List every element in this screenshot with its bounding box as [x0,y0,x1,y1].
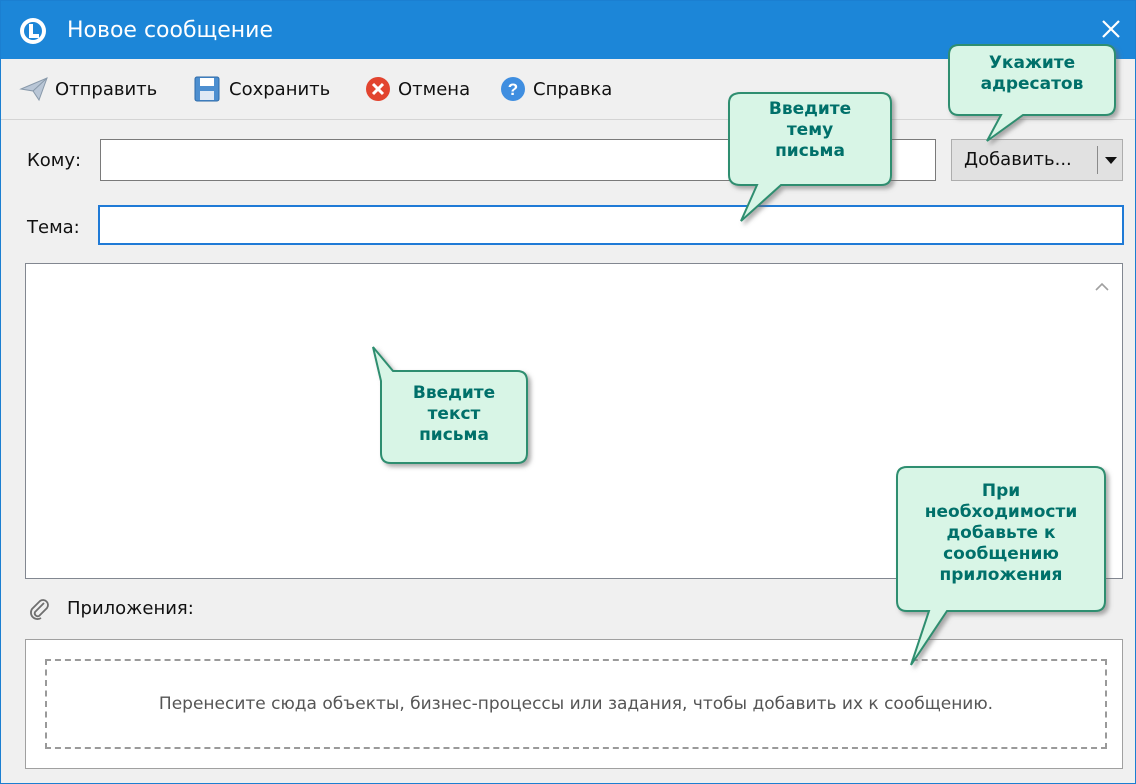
svg-text:?: ? [508,80,518,99]
callout-recipients-line-1: Укажите [988,53,1076,73]
cancel-button[interactable]: Отмена [364,59,470,119]
callout-subject-text: Введите тему письма [729,99,891,162]
help-icon: ? [501,77,525,101]
save-icon [194,76,220,102]
callout-body-line-2: текст [427,404,481,424]
chevron-down-icon[interactable] [1102,150,1120,170]
send-button[interactable]: Отправить [19,59,157,119]
send-label: Отправить [55,78,158,100]
callout-attachments-line-3: добавьте к [946,523,1056,543]
subject-input[interactable] [100,207,1122,243]
cancel-icon [366,77,390,101]
add-recipient-button[interactable]: Добавить... [951,139,1123,181]
callout-attachments-text: При необходимости добавьте к сообщению п… [897,481,1105,586]
callout-recipients-text: Укажите адресатов [949,53,1115,95]
title-bar: Новое сообщение [1,1,1135,59]
split-divider [1097,146,1098,174]
callout-recipients-line-2: адресатов [980,74,1084,94]
toolbar-divider [1,119,1135,120]
callout-body-text: Введите текст письма [381,383,527,446]
new-message-window: Новое сообщение Отправить Сохранить Отме… [0,0,1136,784]
subject-field[interactable] [98,205,1124,245]
scroll-up-icon[interactable] [1091,277,1113,297]
paperclip-icon [30,599,49,620]
callout-subject-line-1: Введите [768,99,852,119]
callout-body-line-3: письма [419,425,489,445]
window-title: Новое сообщение [67,18,274,43]
callout-attachments-line-1: При [981,481,1021,501]
callout-attachments-line-4: сообщению [943,544,1059,564]
attachments-label: Приложения: [67,598,194,619]
send-icon [19,77,48,102]
close-icon[interactable] [1091,11,1131,49]
subject-label: Тема: [27,217,80,238]
help-label: Справка [533,78,613,100]
help-button[interactable]: ? Справка [499,59,612,119]
attachments-drop-zone[interactable]: Перенесите сюда объекты, бизнес-процессы… [45,659,1107,749]
callout-attachments-line-5: приложения [939,565,1063,585]
callout-subject-line-3: письма [775,141,845,161]
add-recipient-label: Добавить... [964,149,1072,170]
callout-attachments-line-2: необходимости [924,502,1078,522]
save-label: Сохранить [229,78,331,100]
drop-zone-hint: Перенесите сюда объекты, бизнес-процессы… [158,694,994,714]
to-label: Кому: [27,150,82,171]
app-logo-icon [20,18,46,44]
cancel-label: Отмена [398,78,471,100]
save-button[interactable]: Сохранить [193,59,330,119]
callout-body-line-1: Введите [412,383,496,403]
callout-subject-line-2: тему [786,120,834,140]
